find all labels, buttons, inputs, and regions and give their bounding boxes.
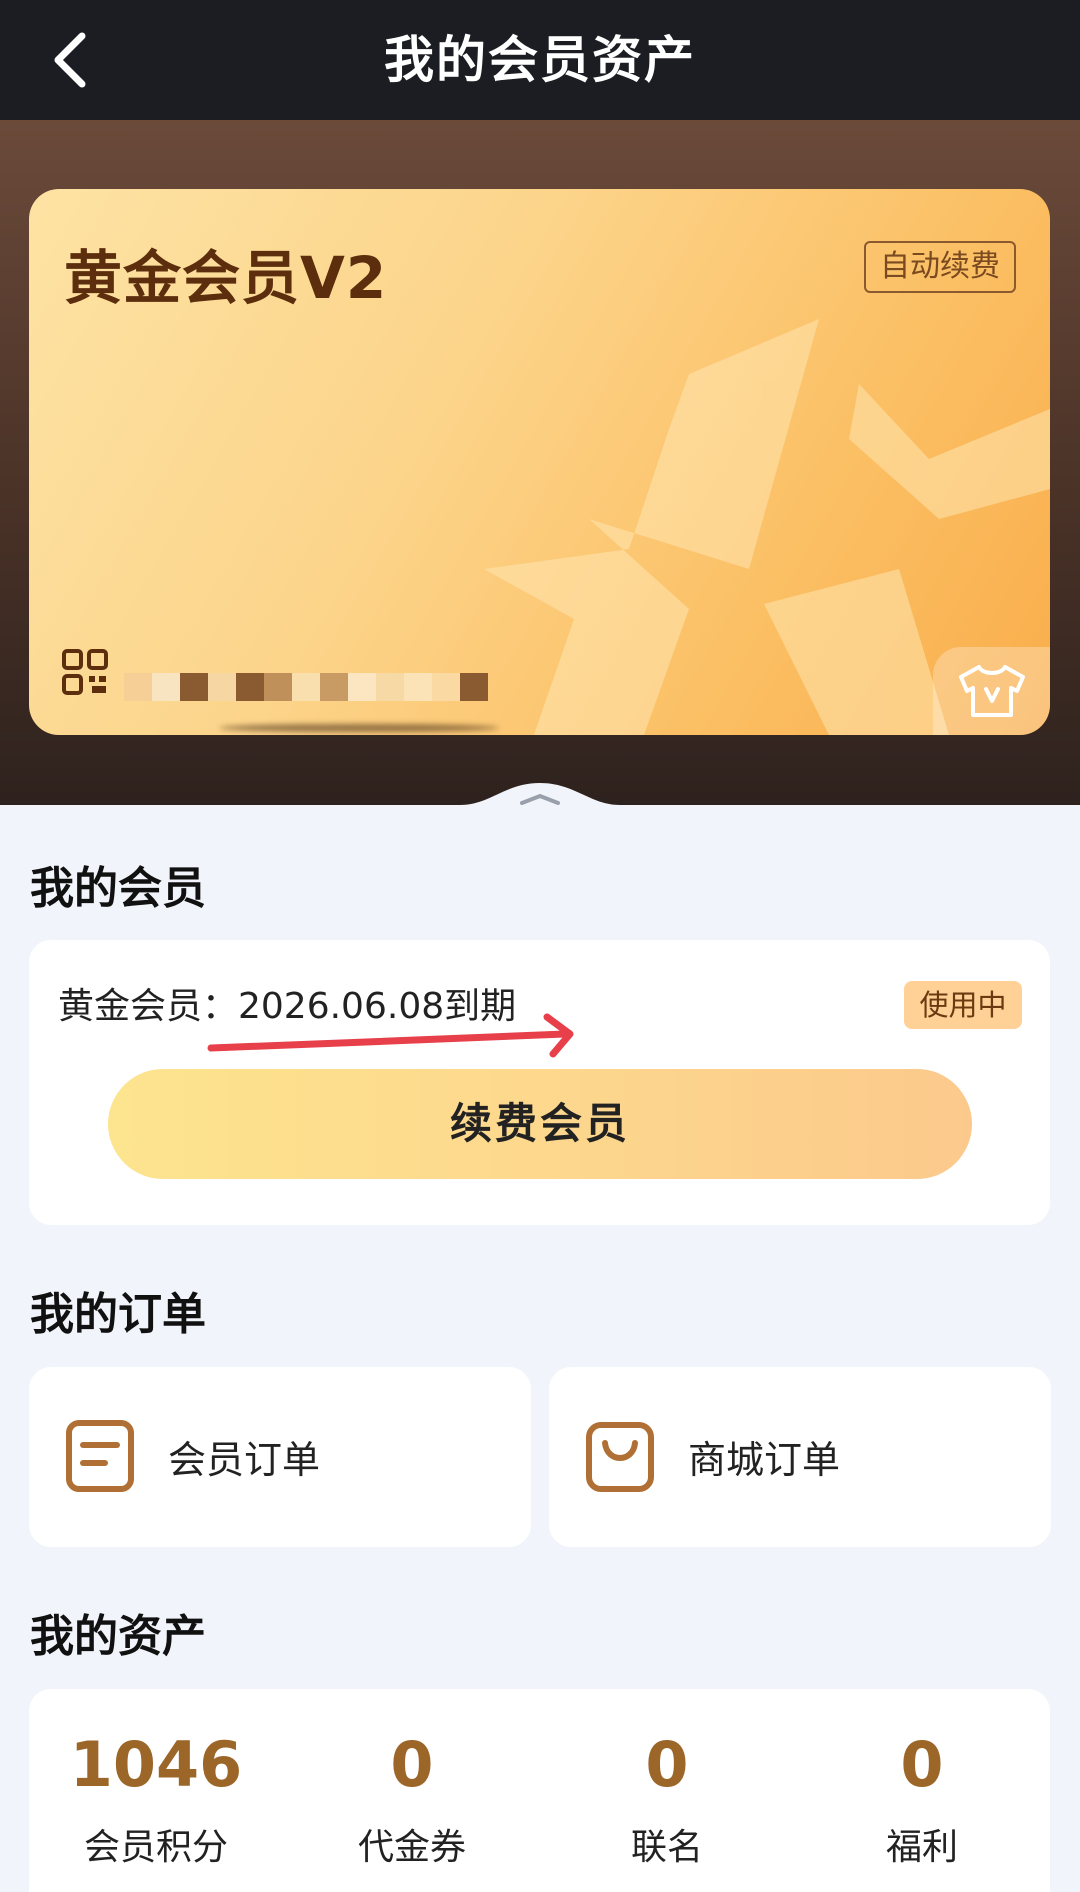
section-title-assets: 我的资产 [30,1611,206,1662]
annotation-arrow [207,1013,574,1058]
asset-cobrand-label: 联名 [630,1827,703,1868]
asset-vouchers[interactable]: 0 代金券 [312,1730,512,1870]
auto-renew-tag[interactable]: 自动续费 [864,241,1016,293]
asset-points-value: 1046 [69,1728,243,1801]
shopping-bag-icon [586,1422,654,1492]
asset-cobrand[interactable]: 0 联名 [567,1730,767,1870]
membership-card[interactable]: 黄金会员V2 自动续费 [29,189,1050,735]
member-orders-label: 会员订单 [168,1438,321,1482]
section-title-membership: 我的会员 [30,863,206,914]
card-tier-title: 黄金会员V2 [64,244,388,312]
asset-cobrand-value: 0 [645,1728,689,1801]
section-title-orders: 我的订单 [30,1289,206,1340]
card-number-redacted [124,645,488,701]
status-badge: 使用中 [904,981,1022,1029]
mall-orders-card[interactable]: 商城订单 [549,1367,1051,1547]
asset-points[interactable]: 1046 会员积分 [56,1730,256,1870]
asset-benefits-value: 0 [900,1728,944,1801]
qr-code-icon[interactable] [62,649,108,695]
asset-benefits-label: 福利 [885,1827,958,1868]
card-shadow [219,724,499,732]
top-bar: 我的会员资产 [0,0,1080,120]
t-shirt-icon [958,665,1025,717]
asset-benefits[interactable]: 0 福利 [822,1730,1022,1870]
member-orders-card[interactable]: 会员订单 [29,1367,531,1547]
mall-orders-label: 商城订单 [688,1438,841,1482]
asset-vouchers-value: 0 [390,1728,434,1801]
asset-points-label: 会员积分 [83,1827,228,1868]
page-title: 我的会员资产 [384,31,696,89]
document-icon [66,1420,134,1492]
renew-membership-button[interactable]: 续费会员 [108,1069,972,1179]
asset-vouchers-label: 代金券 [357,1827,466,1868]
apparel-corner[interactable] [933,647,1050,735]
